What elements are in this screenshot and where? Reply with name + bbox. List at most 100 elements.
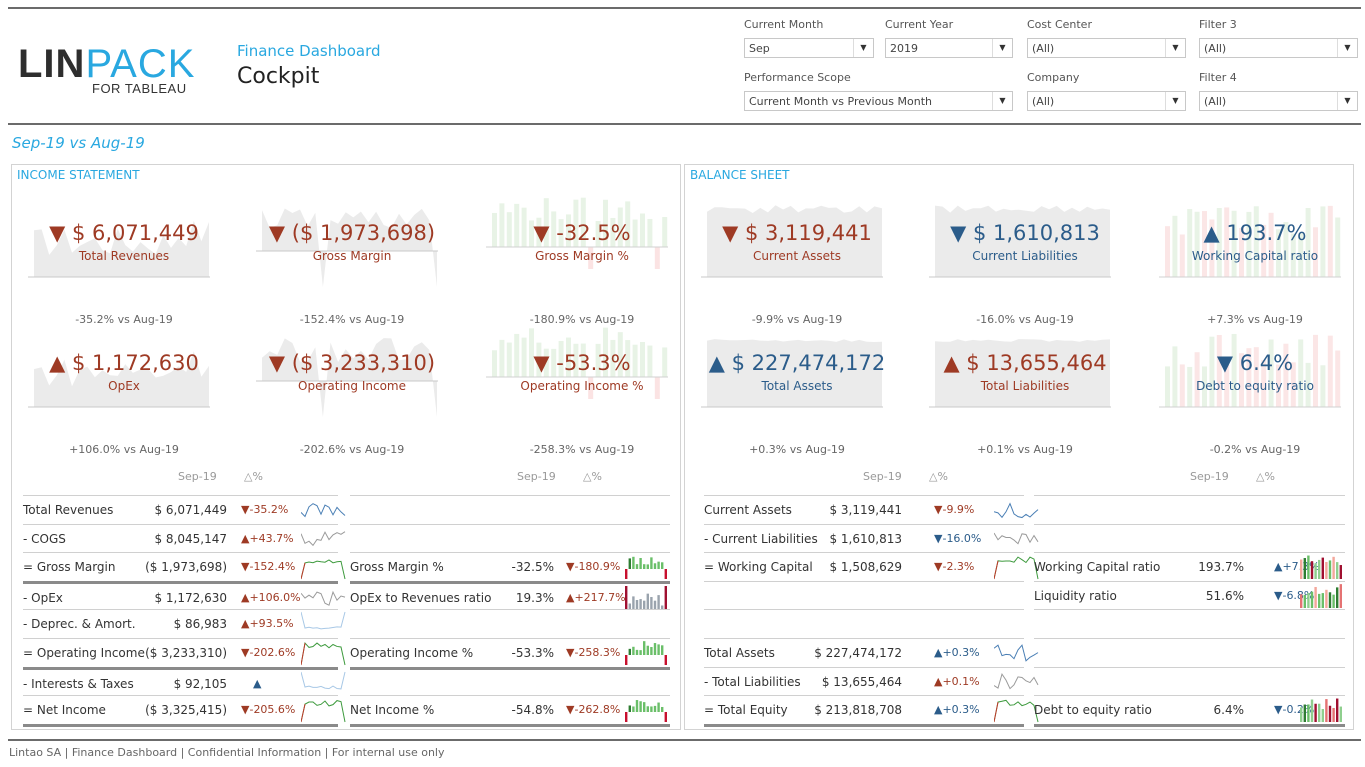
kpi-card[interactable]: ▼ $ 1,610,813 Current Liabilities -16.0% v…	[925, 187, 1125, 326]
sparkline-segment	[301, 704, 306, 723]
current-month-select[interactable]: Sep ▼	[744, 38, 874, 58]
row-delta: ▼-205.6%	[241, 703, 295, 716]
table-row[interactable]: - Deprec. & Amort. $ 86,983 ▲+93.5%	[23, 609, 346, 637]
table-row[interactable]: = Total Equity $ 213,818,708 ▲+0.3%	[704, 695, 1039, 723]
kpi-value: ▼ $ 3,119,441	[697, 221, 897, 245]
kpi-card[interactable]: ▲ $ 227,474,172 Total Assets +0.3% vs Aug-…	[697, 317, 897, 456]
row-sparkline	[1300, 555, 1342, 580]
table-row[interactable]: = Working Capital $ 1,508,629 ▼-2.3%	[704, 552, 1039, 580]
dropdown-arrow-icon[interactable]: ▼	[1165, 92, 1185, 110]
spark-bar	[664, 712, 667, 723]
kpi-comparison: -202.6% vs Aug-19	[299, 443, 405, 456]
table-row	[1034, 523, 1345, 552]
filter-4-select[interactable]: (All) ▼	[1199, 91, 1358, 111]
row-value: $ 1,172,630	[154, 590, 227, 605]
row-delta: ▲+0.1%	[934, 675, 980, 688]
table-row[interactable]: Operating Income % -53.3% ▼-258.3%	[350, 638, 670, 666]
row-value: 51.6%	[1205, 588, 1244, 603]
spark-bar	[1314, 586, 1317, 608]
row-value: $ 6,071,449	[154, 503, 227, 517]
spark-bar	[664, 655, 667, 665]
spark-bar	[1328, 560, 1332, 580]
table-row[interactable]: - Interests & Taxes $ 92,105 ▲	[23, 666, 346, 695]
row-sparkline	[301, 503, 346, 518]
company-select[interactable]: (All) ▼	[1027, 91, 1186, 111]
row-label: - OpEx	[23, 590, 63, 605]
row-delta: ▲+217.7%	[566, 591, 626, 604]
table-row[interactable]: - OpEx $ 1,172,630 ▲+106.0%	[23, 580, 346, 609]
kpi-card[interactable]: ▲ $ 13,655,464 Total Liabilities +0.1% vs …	[925, 317, 1125, 456]
kpi-card[interactable]: ▼ 6.4% Debt to equity ratio -0.2% vs Aug-1…	[1155, 317, 1355, 456]
table-row[interactable]: Debt to equity ratio 6.4% ▼-0.2%	[1034, 695, 1345, 723]
row-value: $ 8,045,147	[154, 531, 227, 546]
delta-value: +106.0%	[249, 590, 301, 604]
kpi-card[interactable]: ▼ -53.3% Operating Income % -258.3% vs Aug…	[482, 317, 682, 456]
table-row[interactable]: - Total Liabilities $ 13,655,464 ▲+0.1%	[704, 666, 1039, 695]
delta-value: -9.9%	[942, 503, 975, 516]
spark-bar	[1339, 583, 1342, 608]
table-row	[1034, 609, 1345, 637]
spark-bar	[1303, 594, 1306, 608]
sparkline	[994, 532, 1039, 545]
row-value: -53.3%	[511, 646, 554, 660]
table-row[interactable]: OpEx to Revenues ratio 19.3% ▲+217.7%	[350, 580, 670, 610]
table-row[interactable]: Liquidity ratio 51.6% ▼-6.8%	[1034, 580, 1345, 609]
table-row[interactable]: = Operating Income ($ 3,233,310) ▼-202.6%	[23, 638, 346, 666]
filter-3-select[interactable]: (All) ▼	[1199, 38, 1358, 58]
spark-bar	[628, 648, 631, 655]
table-row[interactable]: Total Assets $ 227,474,172 ▲+0.3%	[704, 638, 1039, 666]
row-label: = Total Equity	[704, 703, 788, 718]
performance-scope-select[interactable]: Current Month vs Previous Month ▼	[744, 91, 1013, 111]
kpi-card[interactable]: ▼ $ 6,071,449 Total Revenues -35.2% vs Aug…	[24, 187, 224, 326]
table-row[interactable]: - Current Liabilities $ 1,610,813 ▼-16.0%	[704, 523, 1039, 552]
table-row	[704, 609, 1024, 637]
table-bottom-border	[1034, 723, 1345, 727]
cost-center-select[interactable]: (All) ▼	[1027, 38, 1186, 58]
dropdown-arrow-icon[interactable]: ▼	[992, 92, 1012, 110]
table-row[interactable]: - COGS $ 8,045,147 ▲+43.7%	[23, 523, 346, 552]
table-row[interactable]: Gross Margin % -32.5% ▼-180.9%	[350, 552, 670, 580]
row-label: = Net Income	[23, 703, 106, 718]
table-bottom-border	[23, 723, 338, 727]
table-row	[350, 666, 670, 695]
column-header-delta: △%	[244, 470, 263, 483]
logo-subtext: FOR TABLEAU	[92, 81, 187, 96]
kpi-card[interactable]: ▼ $ 3,119,441 Current Assets -9.9% vs Aug-…	[697, 187, 897, 326]
kpi-card[interactable]: ▼ ($ 1,973,698) Gross Margin -152.4% vs Au…	[252, 187, 452, 326]
table-row[interactable]: = Gross Margin ($ 1,973,698) ▼-152.4%	[23, 552, 346, 580]
dropdown-arrow-icon[interactable]: ▼	[1337, 39, 1357, 57]
table-row[interactable]: Current Assets $ 3,119,441 ▼-9.9%	[704, 495, 1039, 523]
delta-value: -258.3%	[574, 646, 621, 659]
spark-bar	[632, 556, 635, 570]
kpi-card[interactable]: ▼ -32.5% Gross Margin % -180.9% vs Aug-19	[482, 187, 682, 326]
kpi-card[interactable]: ▼ ($ 3,233,310) Operating Income -202.6% v…	[252, 317, 452, 456]
table-row[interactable]: Total Revenues $ 6,071,449 ▼-35.2%	[23, 495, 346, 523]
table-row[interactable]: Net Income % -54.8% ▼-262.8%	[350, 695, 670, 723]
sparkline	[301, 641, 346, 666]
dropdown-arrow-icon[interactable]: ▼	[1337, 92, 1357, 110]
kpi-value: ▼ -53.3%	[482, 351, 682, 375]
current-year-select[interactable]: 2019 ▼	[885, 38, 1013, 58]
table-row[interactable]: = Net Income ($ 3,325,415) ▼-205.6%	[23, 695, 346, 723]
dropdown-arrow-icon[interactable]: ▼	[853, 39, 873, 57]
arrow-up-icon: ▲	[49, 351, 66, 375]
arrow-down-icon: ▼	[268, 221, 286, 245]
dropdown-arrow-icon[interactable]: ▼	[1165, 39, 1185, 57]
sparkline-segment	[301, 642, 306, 666]
kpi-name: Total Liabilities	[980, 379, 1070, 393]
spark-bar	[1314, 703, 1317, 723]
delta-value: -262.8%	[574, 703, 621, 717]
spark-bar	[628, 558, 631, 570]
arrow-down-icon: ▼	[268, 351, 286, 375]
kpi-card[interactable]: ▲ $ 1,172,630 OpEx +106.0% vs Aug-19	[24, 317, 224, 456]
table-row[interactable]: Working Capital ratio193.7%▲+7.3%	[1034, 552, 1345, 580]
row-label: Working Capital ratio	[1034, 560, 1161, 575]
kpi-card[interactable]: ▲ 193.7% Working Capital ratio +7.3% vs Au…	[1155, 187, 1355, 326]
spark-bar	[657, 561, 660, 570]
filter-label: Company	[1027, 71, 1080, 84]
arrow-down-icon: ▼	[533, 351, 550, 375]
dropdown-arrow-icon[interactable]: ▼	[992, 39, 1012, 57]
kpi-value: ▼ ($ 3,233,310)	[252, 351, 452, 375]
spark-bar	[635, 700, 639, 713]
column-header-delta: △%	[929, 470, 948, 483]
